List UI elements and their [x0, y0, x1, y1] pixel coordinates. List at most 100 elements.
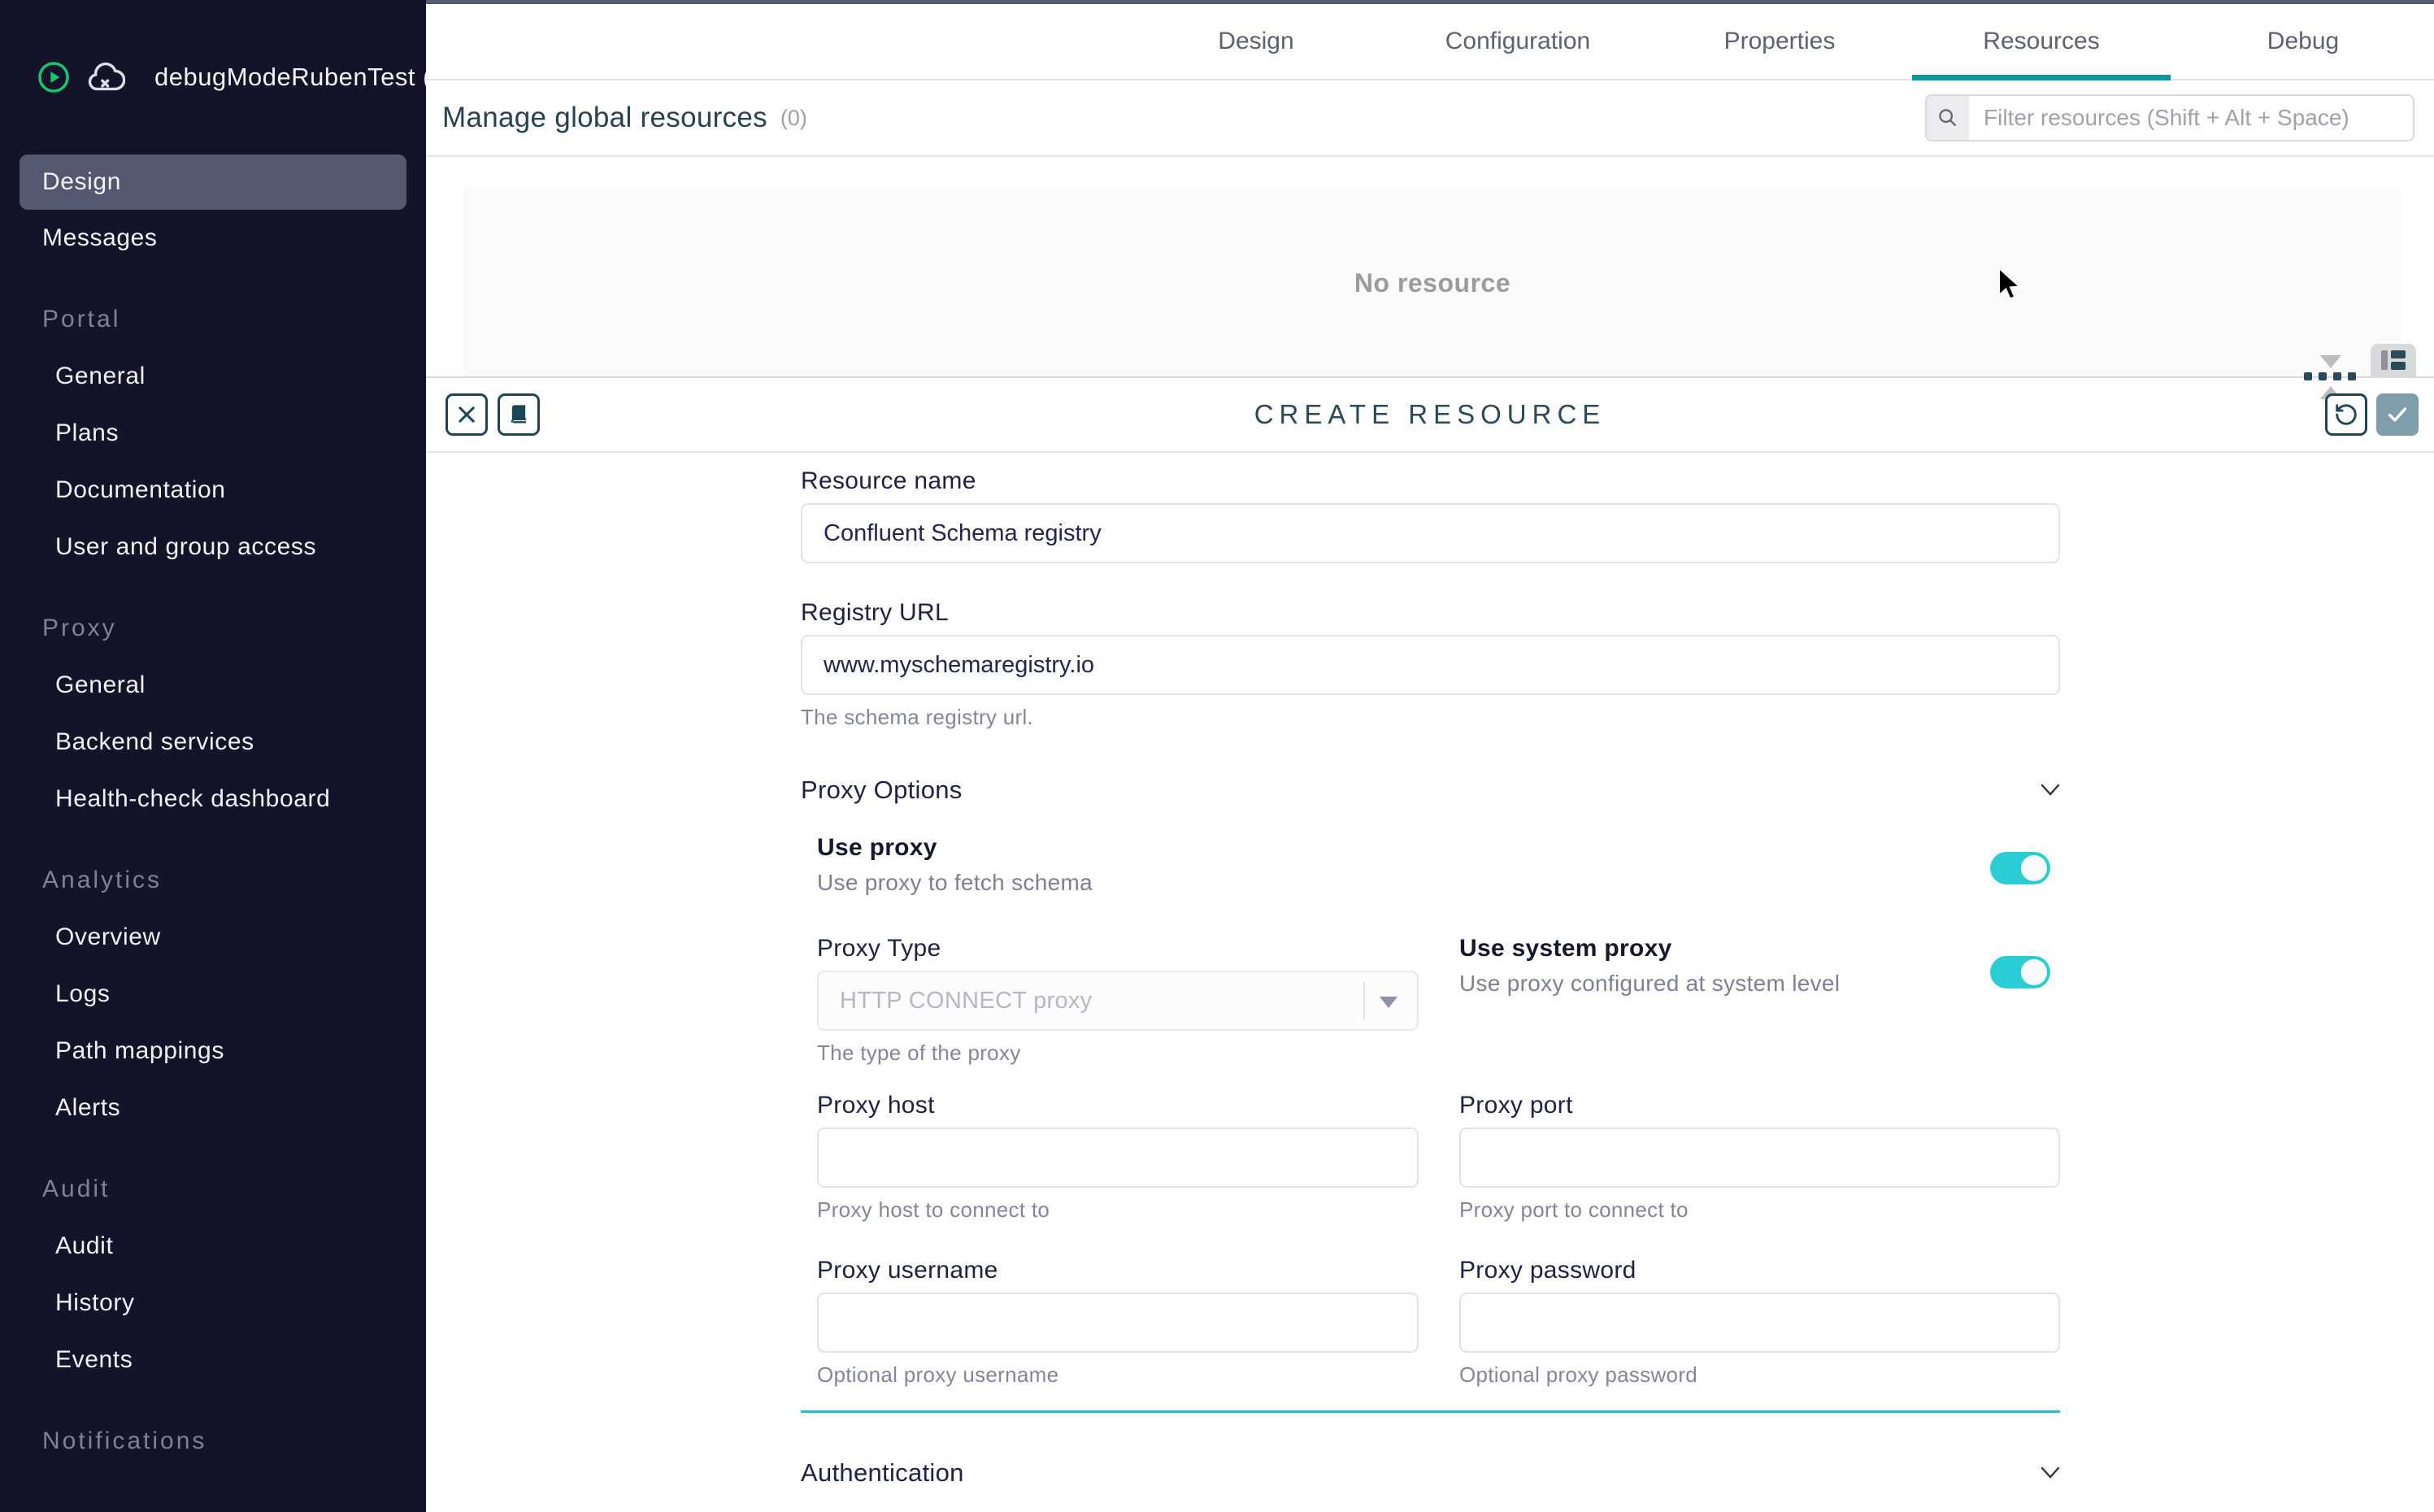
- chevron-down-icon: [2041, 784, 2060, 797]
- select-separator: [1363, 982, 1365, 1019]
- proxy-username-input[interactable]: [817, 1293, 1419, 1353]
- resource-list-area: No resource: [426, 157, 2434, 378]
- play-circle-icon[interactable]: [36, 59, 72, 95]
- refresh-icon: [2334, 402, 2358, 427]
- sidebar-section-audit: Audit: [0, 1161, 426, 1218]
- filter-resources-input[interactable]: [1969, 96, 2413, 140]
- resource-count-badge: (0): [780, 106, 807, 131]
- tab-design[interactable]: Design: [1125, 4, 1387, 79]
- create-resource-title: CREATE RESOURCE: [1254, 399, 1606, 430]
- toggle-knob: [2021, 855, 2047, 881]
- proxy-host-hint: Proxy host to connect to: [817, 1197, 1419, 1223]
- proxy-type-row: Proxy Type HTTP CONNECT proxy The type o…: [801, 935, 2060, 1066]
- api-title: debugModeRubenTest (1): [154, 63, 454, 92]
- resource-name-block: Resource name: [801, 467, 2060, 563]
- proxy-type-block: Proxy Type HTTP CONNECT proxy The type o…: [817, 935, 1419, 1066]
- authentication-section-header[interactable]: Authentication: [801, 1458, 2060, 1488]
- use-proxy-row: Use proxy Use proxy to fetch schema: [801, 834, 2060, 896]
- sidebar-item-user-and-group-access[interactable]: User and group access: [0, 519, 426, 576]
- proxy-host-label: Proxy host: [817, 1092, 1419, 1119]
- proxy-port-hint: Proxy port to connect to: [1459, 1197, 2060, 1223]
- create-resource-form: Resource name Registry URL The schema re…: [801, 453, 2060, 1512]
- proxy-host-port-row: Proxy host Proxy host to connect to Prox…: [801, 1092, 2060, 1223]
- filter-resources-field: [1925, 94, 2414, 141]
- proxy-type-label: Proxy Type: [817, 935, 1419, 962]
- sidebar: debugModeRubenTest (1) DesignMessages Por…: [0, 0, 426, 1512]
- documentation-button[interactable]: [498, 393, 540, 436]
- proxy-password-hint: Optional proxy password: [1459, 1362, 2060, 1388]
- proxy-type-value: HTTP CONNECT proxy: [840, 988, 1092, 1015]
- tab-properties[interactable]: Properties: [1649, 4, 1910, 79]
- proxy-password-block: Proxy password Optional proxy password: [1459, 1257, 2060, 1388]
- tab-debug[interactable]: Debug: [2172, 4, 2434, 79]
- proxy-port-label: Proxy port: [1459, 1092, 2060, 1119]
- sidebar-item-health-check-dashboard[interactable]: Health-check dashboard: [0, 771, 426, 828]
- save-resource-button[interactable]: [2376, 393, 2419, 436]
- sidebar-item-events[interactable]: Events: [0, 1332, 426, 1388]
- use-system-proxy-label: Use system proxy: [1459, 935, 2060, 962]
- registry-url-input[interactable]: [801, 635, 2060, 695]
- use-proxy-label: Use proxy: [817, 834, 2060, 862]
- page-title: Manage global resources: [442, 102, 767, 134]
- use-system-proxy-block: Use system proxy Use proxy configured at…: [1459, 935, 2060, 1066]
- proxy-host-block: Proxy host Proxy host to connect to: [817, 1092, 1419, 1223]
- sidebar-item-overview[interactable]: Overview: [0, 909, 426, 966]
- sidebar-item-messages[interactable]: Messages: [0, 210, 426, 267]
- sidebar-item-alerts[interactable]: Alerts: [0, 1080, 426, 1136]
- sidebar-section-analytics: Analytics: [0, 852, 426, 909]
- sidebar-item-audit[interactable]: Audit: [0, 1218, 426, 1275]
- sidebar-section-proxy: Proxy: [0, 600, 426, 657]
- use-system-proxy-toggle[interactable]: [1990, 956, 2050, 988]
- sidebar-item-path-mappings[interactable]: Path mappings: [0, 1023, 426, 1080]
- dropdown-arrow-icon: [1380, 997, 1397, 1008]
- tabs-bar: DesignConfigurationPropertiesResourcesDe…: [426, 4, 2434, 80]
- app-root: { "colors": { "sidebar_bg": "#151329", "…: [0, 0, 2434, 1512]
- reset-button[interactable]: [2325, 393, 2367, 436]
- tab-resources[interactable]: Resources: [1910, 4, 2172, 79]
- book-icon: [507, 403, 530, 426]
- sidebar-item-plans[interactable]: Plans: [0, 405, 426, 462]
- sidebar-nav: DesignMessagesPortalGeneralPlansDocument…: [0, 154, 426, 1470]
- proxy-options-group-divider: [801, 1410, 2060, 1413]
- empty-state: No resource: [463, 188, 2401, 378]
- proxy-type-select[interactable]: HTTP CONNECT proxy: [817, 971, 1419, 1031]
- proxy-options-title: Proxy Options: [801, 776, 963, 805]
- page-header: Manage global resources (0): [426, 80, 2434, 157]
- toggle-knob: [2021, 959, 2047, 985]
- sidebar-item-documentation[interactable]: Documentation: [0, 462, 426, 519]
- sidebar-item-design[interactable]: Design: [20, 154, 406, 210]
- create-resource-header: CREATE RESOURCE: [426, 378, 2434, 453]
- splitter-collapse-icon[interactable]: [2320, 355, 2341, 368]
- proxy-username-label: Proxy username: [817, 1257, 1419, 1284]
- proxy-password-input[interactable]: [1459, 1293, 2060, 1353]
- cloud-off-icon[interactable]: [85, 59, 125, 95]
- create-resource-panel: CREATE RESOURCE Resource name Registry U…: [426, 376, 2434, 1512]
- sidebar-item-history[interactable]: History: [0, 1275, 426, 1332]
- panel-layout-button[interactable]: [2371, 344, 2416, 376]
- close-icon: [455, 403, 478, 426]
- proxy-port-input[interactable]: [1459, 1127, 2060, 1188]
- chevron-down-icon: [2041, 1466, 2060, 1479]
- proxy-credentials-row: Proxy username Optional proxy username P…: [801, 1257, 2060, 1388]
- resource-name-input[interactable]: [801, 503, 2060, 563]
- sidebar-item-general-8[interactable]: General: [0, 657, 426, 714]
- proxy-port-block: Proxy port Proxy port to connect to: [1459, 1092, 2060, 1223]
- authentication-title: Authentication: [801, 1458, 964, 1488]
- sidebar-section-portal: Portal: [0, 291, 426, 348]
- proxy-options-section-header[interactable]: Proxy Options: [801, 776, 2060, 805]
- use-system-proxy-description: Use proxy configured at system level: [1459, 971, 2060, 997]
- sidebar-header: debugModeRubenTest (1): [0, 0, 426, 154]
- registry-url-hint: The schema registry url.: [801, 705, 2060, 730]
- use-proxy-toggle[interactable]: [1990, 852, 2050, 884]
- close-button[interactable]: [446, 393, 488, 436]
- registry-url-block: Registry URL The schema registry url.: [801, 599, 2060, 730]
- sidebar-item-logs[interactable]: Logs: [0, 966, 426, 1023]
- sidebar-item-general-3[interactable]: General: [0, 348, 426, 405]
- proxy-password-label: Proxy password: [1459, 1257, 2060, 1284]
- sidebar-item-backend-services[interactable]: Backend services: [0, 714, 426, 771]
- panel-layout-icon: [2380, 349, 2406, 371]
- proxy-host-input[interactable]: [817, 1127, 1419, 1188]
- tab-configuration[interactable]: Configuration: [1387, 4, 1649, 79]
- check-icon: [2385, 402, 2410, 427]
- proxy-username-hint: Optional proxy username: [817, 1362, 1419, 1388]
